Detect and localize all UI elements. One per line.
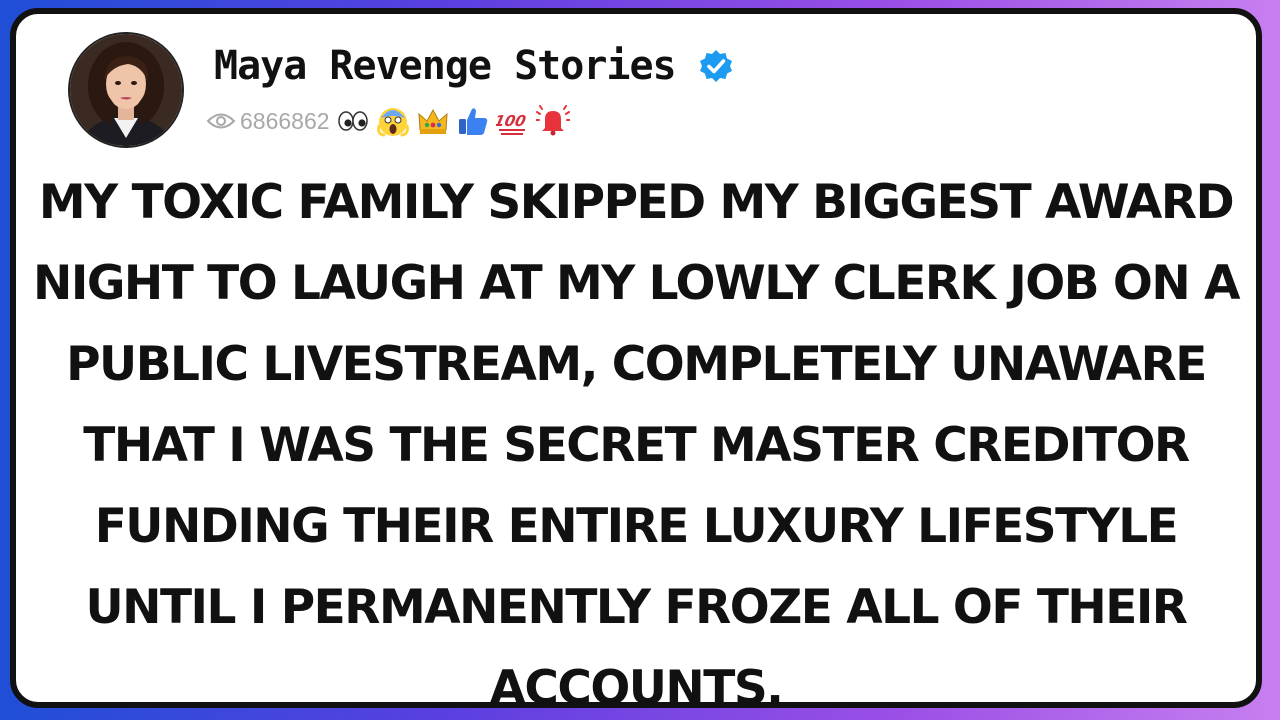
stats-row: 6866862 100 (206, 104, 574, 138)
story-card: Maya Revenge Stories 6866862 100 MY TOXI… (10, 8, 1262, 708)
alarm-bell-emoji (534, 104, 571, 138)
avatar[interactable] (68, 32, 184, 148)
hundred-points-emoji: 100 (492, 104, 530, 138)
view-count: 6866862 (240, 107, 330, 134)
thumbs-up-emoji (456, 104, 490, 138)
crown-emoji (416, 104, 450, 138)
verified-badge-icon (698, 48, 734, 84)
eye-icon (206, 111, 236, 131)
eyes-emoji (336, 104, 370, 138)
screaming-face-emoji (376, 104, 410, 138)
channel-name[interactable]: Maya Revenge Stories (214, 43, 677, 89)
channel-header: Maya Revenge Stories (214, 36, 734, 96)
story-headline: MY TOXIC FAMILY SKIPPED MY BIGGEST AWARD… (33, 175, 1240, 708)
svg-text:100: 100 (496, 112, 528, 130)
avatar-portrait (70, 34, 182, 146)
